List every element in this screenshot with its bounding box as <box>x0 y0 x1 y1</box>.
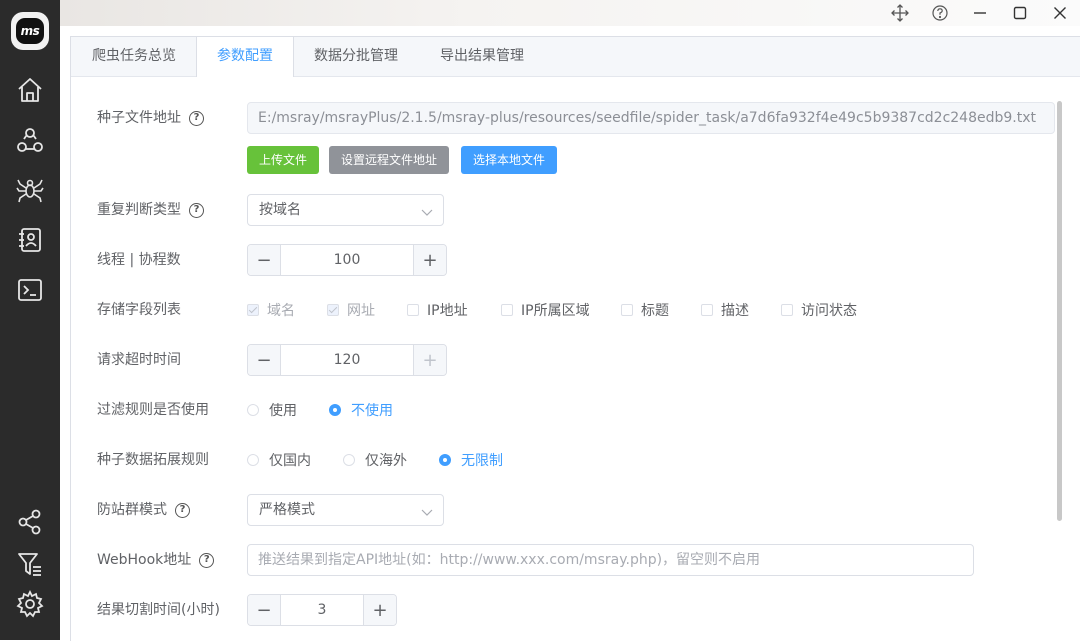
expand-rule-radio-domestic[interactable]: 仅国内 <box>247 450 311 470</box>
local-file-button[interactable]: 选择本地文件 <box>461 146 557 174</box>
webhook-placeholder: 推送结果到指定API地址(如：http://www.xxx.com/msray.… <box>258 552 761 568</box>
tab-batch-manage[interactable]: 数据分批管理 <box>293 37 419 76</box>
threads-stepper[interactable]: − 100 + <box>247 244 447 276</box>
seed-file-label-text: 种子文件地址 <box>97 110 181 126</box>
help-icon[interactable] <box>929 3 951 23</box>
fields-label: 存储字段列表 <box>97 302 181 318</box>
webhook-input[interactable]: 推送结果到指定API地址(如：http://www.xxx.com/msray.… <box>247 544 974 576</box>
webhook-label-text: WebHook地址 <box>97 552 192 568</box>
nodes-icon[interactable] <box>16 126 44 154</box>
seed-file-input: E:/msray/msrayPlus/2.1.5/msray-plus/reso… <box>247 102 1055 134</box>
maximize-icon[interactable] <box>1009 3 1031 23</box>
dup-type-label-text: 重复判断类型 <box>97 202 181 218</box>
contacts-icon[interactable] <box>16 226 44 254</box>
move-icon[interactable] <box>889 3 911 23</box>
spider-icon[interactable] <box>16 176 44 204</box>
tab-task-overview[interactable]: 爬虫任务总览 <box>71 37 197 76</box>
dup-type-label: 重复判断类型 ? <box>97 200 204 220</box>
tab-param-config[interactable]: 参数配置 <box>196 37 294 77</box>
scrollbar[interactable] <box>1057 101 1062 521</box>
title-bar <box>60 0 1080 26</box>
logo-text: ms <box>16 18 44 44</box>
plus-button[interactable]: + <box>413 245 446 275</box>
timeout-stepper[interactable]: − 120 + <box>247 344 447 376</box>
dup-type-value: 按域名 <box>259 202 301 218</box>
anti-station-label-text: 防站群模式 <box>97 502 167 518</box>
minus-button[interactable]: − <box>248 345 281 375</box>
dup-type-select[interactable]: 按域名 <box>247 194 444 226</box>
plus-button[interactable]: + <box>363 595 396 625</box>
minimize-icon[interactable] <box>969 3 991 23</box>
filter-rule-radio-not-use[interactable]: 不使用 <box>329 400 393 420</box>
field-checkbox-desc[interactable]: 描述 <box>701 300 749 320</box>
webhook-label: WebHook地址 ? <box>97 550 215 570</box>
anti-station-label: 防站群模式 ? <box>97 500 190 520</box>
threads-label: 线程 | 协程数 <box>97 252 181 268</box>
upload-file-button[interactable]: 上传文件 <box>247 146 319 174</box>
seed-file-label: 种子文件地址 ? <box>97 108 204 128</box>
help-icon[interactable]: ? <box>175 502 190 518</box>
sidebar: ms <box>0 0 60 640</box>
app-logo[interactable]: ms <box>11 12 49 50</box>
threads-value[interactable]: 100 <box>280 245 414 275</box>
minus-button[interactable]: − <box>248 245 281 275</box>
main-panel: 爬虫任务总览 参数配置 数据分批管理 导出结果管理 种子文件地址 ? E:/ms… <box>70 36 1080 641</box>
close-icon[interactable] <box>1049 3 1071 23</box>
share-icon[interactable] <box>16 508 44 536</box>
chevron-down-icon <box>421 505 433 521</box>
timeout-label: 请求超时时间 <box>97 352 181 368</box>
help-icon[interactable]: ? <box>199 552 215 568</box>
expand-rule-label: 种子数据拓展规则 <box>97 452 209 468</box>
home-icon[interactable] <box>16 76 44 104</box>
field-checkbox-ip[interactable]: IP地址 <box>407 300 468 320</box>
terminal-icon[interactable] <box>16 276 44 304</box>
help-icon[interactable]: ? <box>189 110 204 126</box>
filter-rule-label: 过滤规则是否使用 <box>97 402 209 418</box>
remote-file-button[interactable]: 设置远程文件地址 <box>329 146 449 174</box>
minus-button[interactable]: − <box>248 595 281 625</box>
chevron-down-icon <box>421 205 433 221</box>
field-checkbox-url[interactable]: 网址 <box>327 300 375 320</box>
field-checkbox-ip-region[interactable]: IP所属区域 <box>501 300 590 320</box>
field-checkbox-title[interactable]: 标题 <box>621 300 669 320</box>
timeout-value[interactable]: 120 <box>280 345 414 375</box>
expand-rule-radio-overseas[interactable]: 仅海外 <box>343 450 407 470</box>
plus-button[interactable]: + <box>413 345 446 375</box>
anti-station-value: 严格模式 <box>259 502 315 518</box>
split-time-value[interactable]: 3 <box>280 595 364 625</box>
filter-rule-radio-use[interactable]: 使用 <box>247 400 297 420</box>
expand-rule-radio-unlimited[interactable]: 无限制 <box>439 450 503 470</box>
split-time-label: 结果切割时间(小时) <box>97 602 220 618</box>
field-checkbox-status[interactable]: 访问状态 <box>781 300 857 320</box>
tab-bar: 爬虫任务总览 参数配置 数据分批管理 导出结果管理 <box>71 37 1080 77</box>
field-checkbox-domain[interactable]: 域名 <box>247 300 295 320</box>
anti-station-select[interactable]: 严格模式 <box>247 494 444 526</box>
filter-list-icon[interactable] <box>16 550 44 578</box>
help-icon[interactable]: ? <box>189 202 204 218</box>
split-time-stepper[interactable]: − 3 + <box>247 594 397 626</box>
gear-icon[interactable] <box>16 590 44 618</box>
tab-export-manage[interactable]: 导出结果管理 <box>419 37 545 76</box>
